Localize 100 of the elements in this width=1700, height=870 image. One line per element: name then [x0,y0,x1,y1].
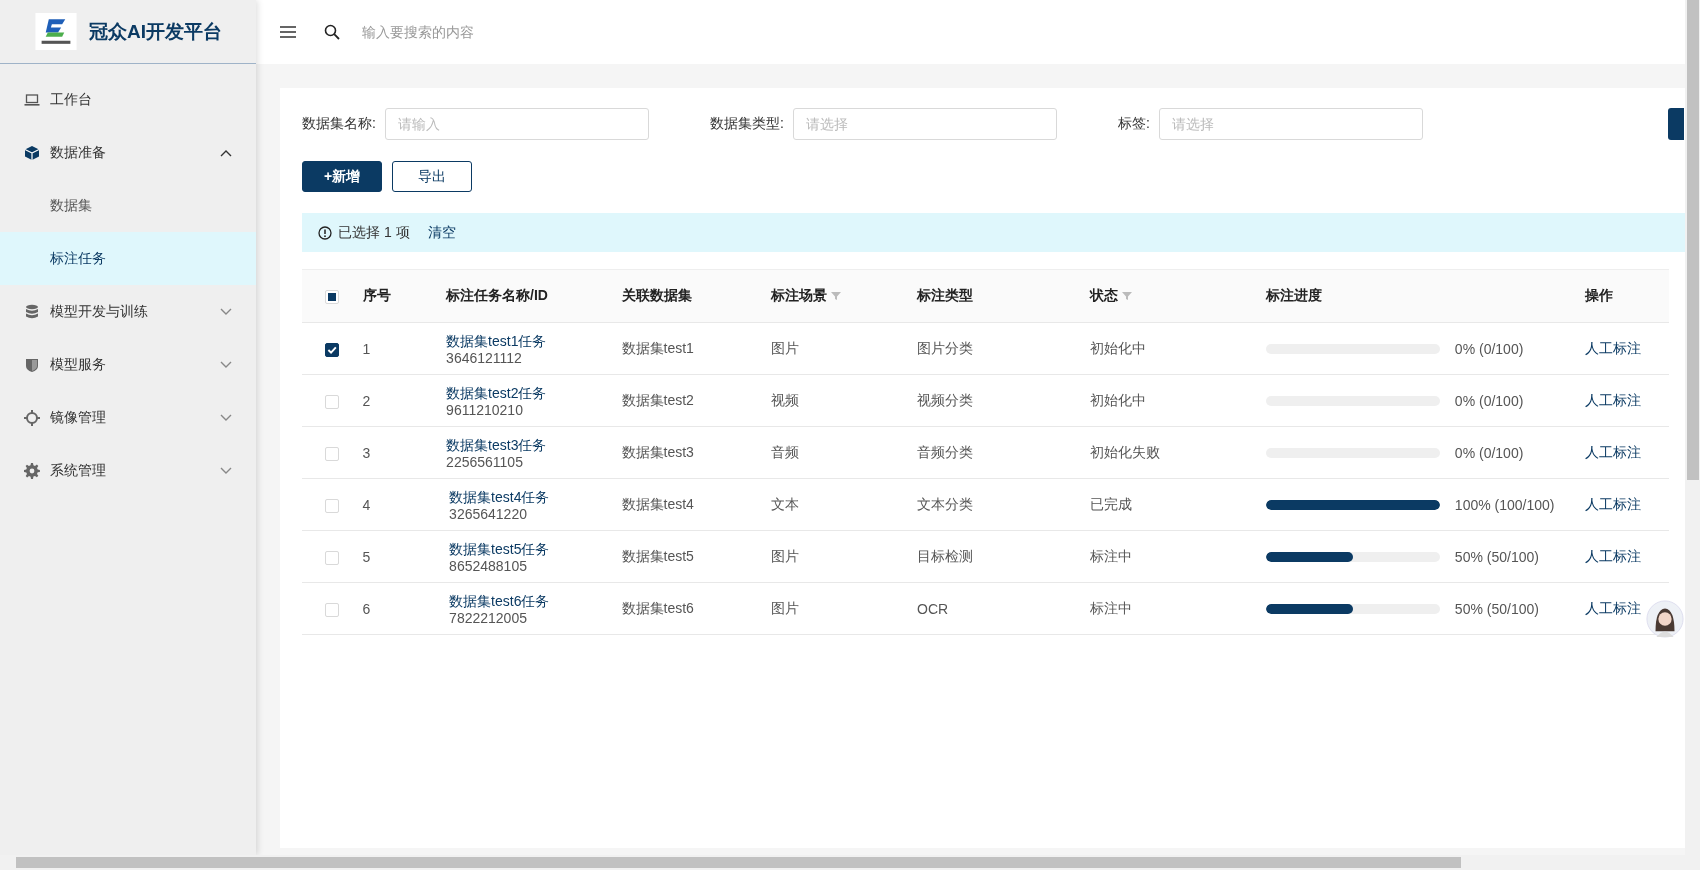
task-id: 3265641220 [449,505,527,522]
table-cell: 数据集test2 [621,391,694,408]
table-cell: 文本分类 [917,495,974,512]
task-id: 8652488105 [449,557,527,574]
table-cell: 2 [362,392,371,409]
settings-icon [24,462,40,479]
chevron-down-icon [220,307,232,316]
table-cell: 数据集test6 [621,599,694,616]
column-header: 标注进度 [1265,287,1322,305]
table-cell: 目标检测 [917,547,974,564]
platform-title: 冠众AI开发平台 [89,19,222,44]
crosshair-icon [24,409,40,426]
table-cell: 数据集test1 [621,339,694,356]
annotate-link[interactable]: 人工标注 [1585,443,1642,460]
table-cell: 标注中 [1090,599,1133,616]
annotate-link[interactable]: 人工标注 [1585,391,1642,408]
info-icon [318,225,332,240]
shield-icon [24,356,40,373]
query-button[interactable] [1668,108,1684,140]
sidebar-item[interactable]: 系统管理 [0,444,256,497]
progress-text: 0% (0/100) [1454,392,1524,409]
sidebar-item[interactable]: 模型开发与训练 [0,285,256,338]
table-cell: 4 [362,496,371,513]
table-cell: 视频分类 [917,391,974,408]
filter-icon[interactable] [830,292,841,300]
table-cell: 图片 [770,599,799,616]
add-button[interactable]: +新增 [302,161,382,192]
column-header: 状态 [1090,287,1119,305]
task-id: 3646121112 [446,349,522,366]
annotate-link[interactable]: 人工标注 [1585,599,1642,616]
table-cell: 3 [362,444,371,461]
column-header: 标注类型 [917,287,974,305]
progress-text: 0% (0/100) [1454,340,1524,357]
chevron-down-icon [220,413,232,422]
table-cell: 标注中 [1090,547,1133,564]
selection-count: 已选择 1 项 [338,223,410,242]
horizontal-scrollbar[interactable] [0,855,1700,870]
filter-icon[interactable] [1122,292,1133,300]
column-header: 标注场景 [770,287,827,305]
table-cell: 5 [362,548,371,565]
task-name-link[interactable]: 数据集test6任务 [449,592,550,609]
task-name-link[interactable]: 数据集test5任务 [449,540,550,557]
filter-label: 数据集类型: [710,115,784,133]
logo-icon [35,13,77,50]
vertical-scrollbar[interactable] [1685,0,1700,855]
progress-text: 50% (50/100) [1454,548,1539,565]
task-id: 9611210210 [446,401,523,418]
filter-field[interactable]: 请输入 [384,108,649,140]
column-header: 操作 [1585,287,1614,305]
sidebar-item[interactable]: 镜像管理 [0,391,256,444]
table-cell: 音频分类 [917,443,974,460]
filter-field[interactable]: 请选择 [1158,108,1423,140]
table-cell: 1 [362,340,371,357]
column-header: 关联数据集 [621,287,692,305]
clear-link[interactable]: 清空 [427,223,456,242]
chevron-up-icon [220,148,232,157]
filter-label: 标签: [1118,115,1150,133]
sidebar-item[interactable]: 模型服务 [0,338,256,391]
table-cell: 图片 [770,339,799,356]
row-checkbox[interactable] [325,342,340,357]
menu-icon[interactable] [280,26,296,38]
filter-label: 数据集名称: [302,115,376,133]
task-id: 2256561105 [446,453,523,470]
table-cell: 数据集test4 [621,495,694,512]
sidebar-subitem[interactable]: 数据集 [0,179,256,232]
sidebar-item[interactable]: 工作台 [0,73,256,126]
task-name-link[interactable]: 数据集test4任务 [449,488,550,505]
table-cell: 图片 [770,547,799,564]
sidebar-subitem[interactable]: 标注任务 [0,232,256,285]
sidebar-item[interactable]: 数据准备 [0,126,256,179]
progress-text: 0% (0/100) [1454,444,1524,461]
table-cell: 图片分类 [917,339,974,356]
progress-text: 50% (50/100) [1454,600,1539,617]
progress-text: 100% (100/100) [1454,496,1555,513]
table-cell: 文本 [770,495,799,512]
chevron-down-icon [220,360,232,369]
task-name-link[interactable]: 数据集test3任务 [446,436,547,453]
table-cell: 初始化失败 [1090,443,1161,460]
task-name-link[interactable]: 数据集test2任务 [446,384,547,401]
chevron-down-icon [220,466,232,475]
table-cell: 音频 [770,443,799,460]
table-cell: 数据集test3 [621,443,694,460]
table-cell: 初始化中 [1090,391,1147,408]
select-all-checkbox[interactable] [325,290,340,305]
laptop-icon [24,91,40,108]
table-cell: 初始化中 [1090,339,1147,356]
search-field[interactable]: 输入要搜索的内容 [360,23,664,41]
task-name-link[interactable]: 数据集test1任务 [446,332,547,349]
export-button[interactable]: 导出 [392,161,472,192]
database-icon [24,303,40,320]
column-header: 序号 [362,287,391,305]
table-cell: 数据集test5 [621,547,694,564]
table-cell: 已完成 [1090,495,1133,512]
search-icon[interactable] [324,24,340,40]
annotate-link[interactable]: 人工标注 [1585,495,1642,512]
annotate-link[interactable]: 人工标注 [1585,547,1642,564]
annotate-link[interactable]: 人工标注 [1585,339,1642,356]
assistant-avatar-icon[interactable] [1646,600,1684,638]
cube-icon [24,144,40,161]
filter-field[interactable]: 请选择 [792,108,1057,140]
